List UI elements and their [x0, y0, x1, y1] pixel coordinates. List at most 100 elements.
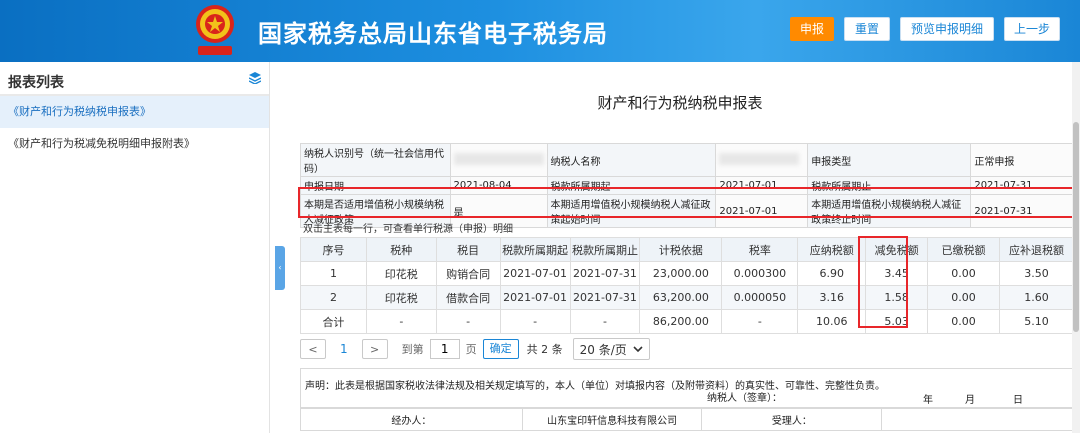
table-cell: -: [365, 309, 437, 334]
table-header-row: 序号 税种 税目 税款所属期起 税款所属期止 计税依据 税率 应纳税额 减免税额…: [300, 237, 1074, 262]
table-cell: 5.03: [865, 309, 929, 334]
declaration-statement: 声明：此表是根据国家税收法律法规及相关规定填写的，本人（单位）对填报内容（及附带…: [305, 381, 885, 392]
site-title: 国家税务总局山东省电子税务局: [258, 20, 608, 48]
col-header: 税率: [721, 237, 799, 262]
table-row[interactable]: 2 印花税 借款合同 2021-07-01 2021-07-31 63,200.…: [300, 285, 1074, 310]
table-cell: 购销合同: [435, 261, 501, 286]
table-cell: -: [569, 309, 641, 334]
policy-end-value: 2021-07-31: [970, 194, 1074, 228]
table-cell: 23,000.00: [639, 261, 723, 286]
table-cell: 0.000050: [721, 285, 799, 310]
taxpayer-id-value: [449, 143, 548, 177]
col-header: 税目: [435, 237, 501, 262]
back-button[interactable]: 上一步: [1004, 17, 1060, 41]
year-label: 年: [923, 395, 933, 406]
period-end-value: 2021-07-31: [970, 176, 1074, 195]
national-emblem-icon: [196, 5, 234, 55]
sidebar: 报表列表 《财产和行为税纳税申报表》 《财产和行为税减免税明细申报附表》: [0, 62, 270, 433]
table-cell: 63,200.00: [639, 285, 723, 310]
taxpayer-name-label: 纳税人名称: [546, 143, 717, 177]
table-cell: 1.60: [999, 285, 1074, 310]
prev-page-button[interactable]: <: [300, 339, 326, 359]
declaration-box: 声明：此表是根据国家税收法律法规及相关规定填写的，本人（单位）对填报内容（及附带…: [300, 368, 1074, 408]
declare-date-value: 2021-08-04: [449, 176, 548, 195]
page-size-value: 20 条/页: [579, 342, 627, 357]
taxpayer-id-label: 纳税人识别号（统一社会信用代码）: [300, 143, 451, 177]
collapse-sidebar-handle[interactable]: ‹: [275, 246, 285, 290]
table-cell: 1: [300, 261, 367, 286]
table-cell: 3.45: [865, 261, 929, 286]
col-header: 税款所属期止: [569, 237, 641, 262]
period-start-value: 2021-07-01: [715, 176, 809, 195]
declare-date-label: 申报日期: [300, 176, 451, 195]
col-header: 应纳税额: [797, 237, 867, 262]
pagination: < 1 > 到第 页 确定 共 2 条 20 条/页: [300, 338, 650, 360]
receiver-value: [881, 408, 1074, 431]
sidebar-title: 报表列表: [8, 75, 64, 91]
col-header: 税款所属期起: [499, 237, 571, 262]
table-cell: 0.000300: [721, 261, 799, 286]
table-row[interactable]: 1 印花税 购销合同 2021-07-01 2021-07-31 23,000.…: [300, 261, 1074, 286]
page-unit-label: 页: [465, 343, 477, 356]
reset-button[interactable]: 重置: [844, 17, 890, 41]
form-title: 财产和行为税纳税申报表: [597, 94, 763, 112]
table-cell: 合计: [300, 309, 367, 334]
page-size-select[interactable]: 20 条/页: [572, 338, 650, 360]
col-header: 应补退税额: [999, 237, 1074, 262]
page-number-current[interactable]: 1: [340, 342, 348, 356]
table-cell: -: [435, 309, 501, 334]
table-cell: -: [499, 309, 571, 334]
period-start-label: 税款所属期起: [546, 176, 717, 195]
table-total-row[interactable]: 合计 - - - - 86,200.00 - 10.06 5.03 0.00 5…: [300, 309, 1074, 334]
layers-icon[interactable]: [249, 72, 261, 84]
taxpayer-info-table: 纳税人识别号（统一社会信用代码） 纳税人名称 申报类型 正常申报 申报日期 20…: [300, 143, 1074, 228]
sidebar-item-exemption-schedule[interactable]: 《财产和行为税减免税明细申报附表》: [0, 128, 269, 160]
table-cell: 借款合同: [435, 285, 501, 310]
table-hint: 双击主表每一行，可查看单行税源（申报）明细: [303, 224, 513, 235]
handler-label: 经办人：: [300, 408, 523, 431]
table-cell: 3.16: [797, 285, 867, 310]
declare-button[interactable]: 申报: [790, 17, 834, 41]
table-cell: 1.58: [865, 285, 929, 310]
col-header: 序号: [300, 237, 367, 262]
table-cell: -: [721, 309, 799, 334]
declare-type-label: 申报类型: [807, 143, 972, 177]
policy-start-value: 2021-07-01: [715, 194, 809, 228]
declare-type-value: 正常申报: [970, 143, 1074, 177]
table-cell: 86,200.00: [639, 309, 723, 334]
receiver-label: 受理人：: [701, 408, 883, 431]
preview-details-button[interactable]: 预览申报明细: [900, 17, 994, 41]
day-label: 日: [1013, 395, 1023, 406]
scrollbar-thumb[interactable]: [1073, 122, 1079, 332]
table-cell: 2021-07-31: [569, 285, 641, 310]
taxpayer-signature-label: 纳税人（签章）：: [707, 393, 782, 404]
table-cell: 2021-07-01: [499, 285, 571, 310]
sidebar-item-property-tax-form[interactable]: 《财产和行为税纳税申报表》: [0, 96, 269, 128]
col-header: 减免税额: [865, 237, 929, 262]
table-cell: 0.00: [927, 309, 1000, 334]
table-cell: 10.06: [797, 309, 867, 334]
goto-label: 到第: [401, 343, 424, 356]
next-page-button[interactable]: >: [361, 339, 388, 359]
tax-detail-table: 序号 税种 税目 税款所属期起 税款所属期止 计税依据 税率 应纳税额 减免税额…: [300, 237, 1074, 334]
goto-page-input[interactable]: [429, 339, 460, 359]
month-label: 月: [965, 395, 975, 406]
goto-confirm-button[interactable]: 确定: [482, 339, 519, 359]
table-cell: 2: [300, 285, 367, 310]
top-banner: 国家税务总局山东省电子税务局 申报 重置 预览申报明细 上一步: [0, 0, 1080, 62]
policy-end-label: 本期适用增值税小规模纳税人减征政策终止时间: [807, 194, 972, 228]
col-header: 已缴税额: [927, 237, 1000, 262]
taxpayer-name-value: [715, 143, 809, 177]
policy-start-label: 本期适用增值税小规模纳税人减征政策起始时间: [546, 194, 717, 228]
signature-table: 经办人： 山东宝印轩信息科技有限公司 受理人：: [300, 408, 1074, 431]
table-cell: 0.00: [927, 261, 1000, 286]
total-count: 共 2 条: [526, 343, 563, 356]
table-cell: 3.50: [999, 261, 1074, 286]
table-cell: 5.10: [999, 309, 1074, 334]
vertical-scrollbar[interactable]: [1072, 62, 1080, 433]
col-header: 税种: [365, 237, 437, 262]
table-cell: 2021-07-01: [499, 261, 571, 286]
table-cell: 印花税: [365, 261, 437, 286]
sidebar-header: 报表列表: [0, 62, 269, 96]
table-cell: 0.00: [927, 285, 1000, 310]
